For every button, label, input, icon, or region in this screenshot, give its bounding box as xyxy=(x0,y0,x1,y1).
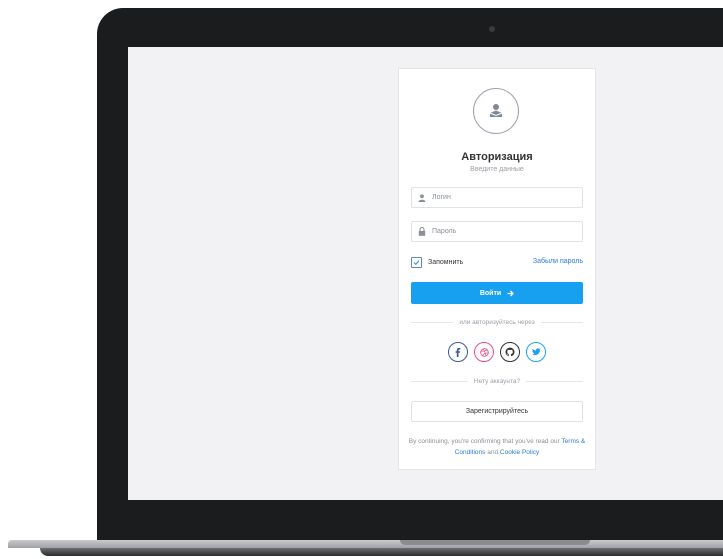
no-account-label: Нету аккаунта? xyxy=(473,378,521,385)
forgot-password-link[interactable]: Забыли пароль xyxy=(533,258,583,265)
github-button[interactable] xyxy=(500,342,520,362)
user-icon xyxy=(418,193,426,202)
social-buttons xyxy=(399,342,595,362)
terms-prefix: By continuing, you're confirming that yo… xyxy=(408,438,560,445)
remember-me[interactable]: Запомнить xyxy=(411,257,463,268)
page-title: Авторизация xyxy=(461,151,533,163)
login-input[interactable] xyxy=(432,194,562,201)
laptop-screen: Авторизация Введите данные Запомнить xyxy=(128,47,723,500)
check-icon xyxy=(413,260,420,266)
page-subtitle: Введите данные xyxy=(470,166,524,173)
social-divider-label: или авторизуйтесь через xyxy=(459,319,535,326)
user-box-icon xyxy=(489,104,503,117)
social-divider: или авторизуйтесь через xyxy=(411,319,583,326)
no-account-divider: Нету аккаунта? xyxy=(411,378,584,385)
facebook-icon xyxy=(455,347,461,357)
cookie-policy-link[interactable]: Cookie Policy xyxy=(500,449,539,456)
login-button-label: Войти xyxy=(479,289,502,297)
register-button[interactable]: Зарегистрируйтесь xyxy=(411,401,583,422)
arrow-right-icon xyxy=(507,290,515,296)
twitter-icon xyxy=(531,348,541,356)
login-button[interactable]: Войти xyxy=(411,282,583,304)
github-icon xyxy=(505,347,515,357)
laptop-base xyxy=(0,540,723,559)
password-field[interactable] xyxy=(411,221,583,242)
dribbble-button[interactable] xyxy=(474,342,494,362)
terms-text: By continuing, you're confirming that yo… xyxy=(407,436,587,458)
laptop-bezel xyxy=(97,508,723,522)
remember-label: Запомнить xyxy=(428,259,464,266)
login-field[interactable] xyxy=(411,187,583,208)
dribbble-icon xyxy=(479,347,489,357)
password-input[interactable] xyxy=(432,228,562,235)
logo xyxy=(473,88,519,134)
twitter-button[interactable] xyxy=(526,342,546,362)
camera-icon xyxy=(489,26,495,32)
login-card: Авторизация Введите данные Запомнить xyxy=(398,68,596,470)
remember-checkbox[interactable] xyxy=(411,257,422,268)
facebook-button[interactable] xyxy=(448,342,468,362)
terms-and: and xyxy=(487,449,499,456)
lock-icon xyxy=(418,227,426,236)
